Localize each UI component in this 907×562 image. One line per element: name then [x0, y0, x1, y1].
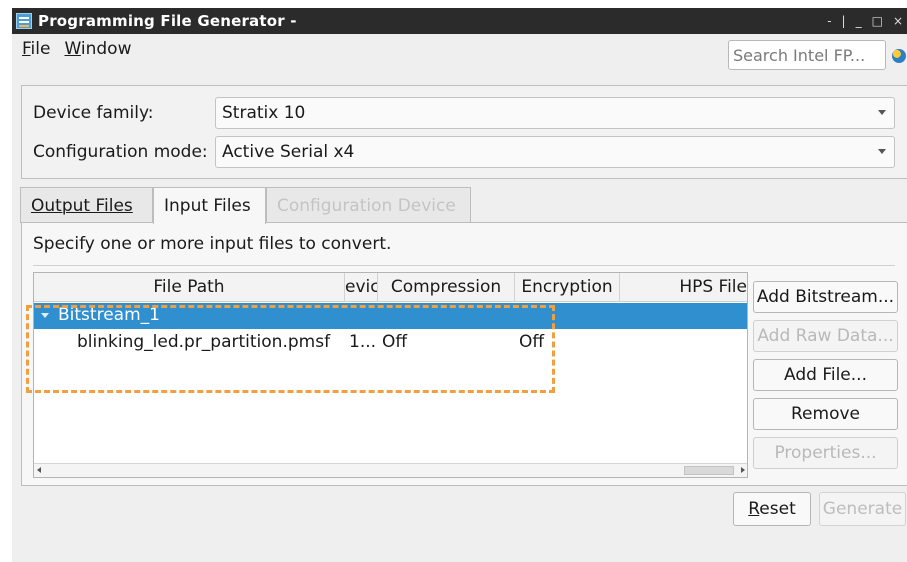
device-settings-panel: Device family: Stratix 10 Configuration …: [21, 85, 907, 179]
cell-encryption: Off: [519, 332, 545, 352]
cell-device: 1...: [349, 332, 377, 352]
maximize-icon[interactable]: □: [872, 14, 883, 28]
add-file-button[interactable]: Add File...: [753, 359, 898, 391]
reset-label: eset: [759, 499, 796, 519]
minimize-icon[interactable]: _: [856, 14, 862, 28]
device-family-label: Device family:: [33, 103, 154, 123]
scrollbar-thumb[interactable]: [684, 466, 734, 475]
tab-output-files[interactable]: Output Files: [20, 187, 153, 223]
table-header: File Path evic Compression Encryption HP…: [34, 273, 747, 302]
scroll-left-icon[interactable]: [37, 467, 41, 473]
add-raw-data-button[interactable]: Add Raw Data...: [753, 320, 898, 352]
tab-input-files[interactable]: Input Files: [153, 187, 266, 224]
reset-button[interactable]: Reset: [733, 492, 811, 526]
properties-button[interactable]: Properties...: [753, 437, 898, 469]
table-row-group[interactable]: Bitstream_1: [34, 303, 747, 329]
window-title: Programming File Generator -: [38, 12, 297, 30]
window-menu-icon[interactable]: -: [827, 14, 831, 28]
chevron-down-icon: [878, 149, 886, 154]
close-icon[interactable]: ×: [893, 14, 903, 28]
table-row[interactable]: blinking_led.pr_partition.pmsf 1... Off …: [34, 330, 747, 356]
bitstream-name: Bitstream_1: [58, 305, 160, 325]
device-family-select[interactable]: Stratix 10: [215, 97, 895, 129]
tab-configuration-device-label: Configuration Device: [277, 196, 456, 216]
window-controls: - | _ □ ×: [827, 8, 903, 34]
scroll-right-icon[interactable]: [741, 467, 745, 473]
globe-icon[interactable]: [892, 49, 906, 63]
configuration-mode-select[interactable]: Active Serial x4: [215, 136, 895, 168]
cell-file-path: blinking_led.pr_partition.pmsf: [77, 332, 331, 352]
configuration-mode-value: Active Serial x4: [222, 142, 355, 162]
chevron-down-icon: [878, 110, 886, 115]
window-separator-icon: |: [841, 14, 846, 28]
cell-compression: Off: [382, 332, 408, 352]
expand-arrow-icon[interactable]: [41, 313, 49, 318]
input-files-table[interactable]: File Path evic Compression Encryption HP…: [33, 272, 748, 478]
column-file-path[interactable]: File Path: [34, 273, 345, 302]
horizontal-scrollbar[interactable]: [34, 463, 747, 477]
menu-bar: File Window: [22, 39, 131, 59]
column-compression[interactable]: Compression: [378, 273, 515, 302]
tab-configuration-device[interactable]: Configuration Device: [266, 187, 471, 223]
instructions-text: Specify one or more input files to conve…: [33, 234, 392, 254]
divider: [33, 265, 895, 266]
menu-window-rest: indow: [80, 39, 132, 59]
app-icon: [16, 13, 32, 29]
device-family-value: Stratix 10: [222, 103, 306, 123]
menu-file-rest: ile: [30, 39, 51, 59]
menu-window-mnemonic: W: [64, 39, 81, 59]
generate-button[interactable]: Generate: [819, 492, 906, 526]
column-hps-file[interactable]: HPS File: [620, 273, 747, 302]
menu-window[interactable]: Window: [64, 39, 131, 59]
programming-file-generator-window: Programming File Generator - - | _ □ × F…: [12, 8, 907, 562]
tab-output-files-label: Output Files: [31, 196, 133, 216]
column-encryption[interactable]: Encryption: [515, 273, 620, 302]
column-device[interactable]: evic: [345, 273, 378, 302]
reset-mnemonic: R: [748, 499, 760, 519]
tab-input-files-label: Input Files: [164, 196, 251, 216]
configuration-mode-label: Configuration mode:: [33, 142, 208, 162]
input-files-panel: Specify one or more input files to conve…: [21, 222, 907, 486]
remove-button[interactable]: Remove: [753, 398, 898, 430]
search-input[interactable]: [728, 40, 886, 70]
menu-file[interactable]: File: [22, 39, 50, 59]
title-bar[interactable]: Programming File Generator - - | _ □ ×: [12, 8, 907, 34]
add-bitstream-button[interactable]: Add Bitstream...: [753, 281, 898, 313]
menu-file-mnemonic: F: [22, 39, 31, 59]
